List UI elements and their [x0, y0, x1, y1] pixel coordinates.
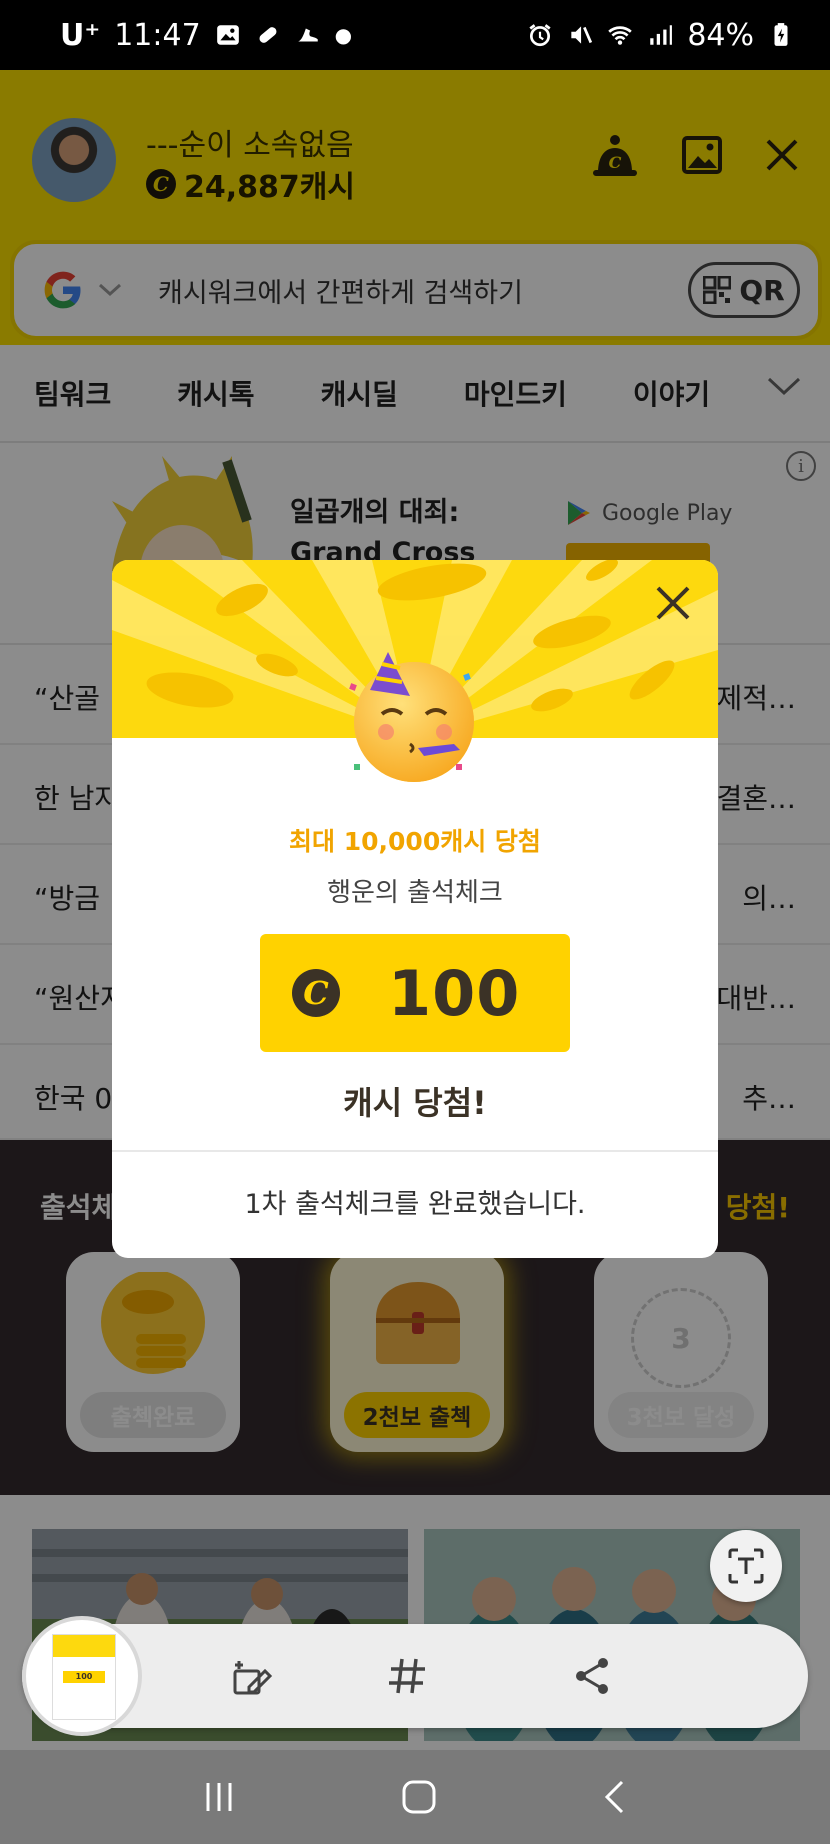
hashtag-icon	[389, 1658, 425, 1694]
reward-amount: 100	[388, 956, 521, 1030]
home-icon[interactable]	[401, 1779, 437, 1815]
signal-icon	[650, 25, 673, 45]
party-face-icon	[349, 652, 474, 782]
edit-icon	[233, 1661, 273, 1695]
attendance-reward-modal: 최대 10,000캐시 당첨 행운의 출석체크 C 100 캐시 당첨! 1차 …	[112, 560, 718, 1258]
carrier-label: U⁺	[60, 17, 101, 53]
reward-amount-box: C 100	[260, 934, 570, 1052]
screenshot-toolbar: 100	[22, 1616, 808, 1736]
status-bar: U⁺ 11:47 ● 84%	[0, 0, 830, 70]
cash-won-text: 캐시 당첨!	[343, 1084, 487, 1122]
pill-notification-icon	[259, 27, 277, 43]
preview-amount: 100	[63, 1671, 105, 1683]
wifi-icon	[608, 26, 633, 45]
hashtag-button[interactable]	[377, 1646, 437, 1706]
system-navigation-bar	[0, 1750, 830, 1844]
battery-level: 84%	[687, 17, 754, 53]
edit-button[interactable]	[222, 1646, 282, 1706]
screenshot-preview[interactable]: 100	[22, 1616, 142, 1736]
alarm-icon	[529, 24, 551, 47]
modal-subtitle: 행운의 출석체크	[327, 878, 503, 908]
mute-icon	[571, 26, 593, 44]
extract-text-button[interactable]	[710, 1530, 782, 1602]
text-scan-icon	[728, 1548, 764, 1584]
share-icon	[576, 1658, 608, 1694]
recent-apps-icon[interactable]	[202, 1780, 236, 1814]
share-button[interactable]	[562, 1646, 622, 1706]
modal-divider	[112, 1150, 718, 1152]
gallery-notification-icon	[216, 25, 239, 45]
back-icon[interactable]	[602, 1779, 628, 1815]
clock: 11:47	[114, 17, 201, 53]
max-prize-text: 최대 10,000캐시 당첨	[289, 827, 541, 856]
close-icon[interactable]	[650, 580, 696, 626]
battery-charging-icon	[774, 23, 788, 46]
modal-footer-message[interactable]: 1차 출석체크를 완료했습니다.	[112, 1182, 718, 1221]
shoe-notification-icon	[297, 28, 318, 42]
more-notifications-dot: ●	[334, 23, 353, 47]
coin-icon: C	[292, 969, 340, 1017]
